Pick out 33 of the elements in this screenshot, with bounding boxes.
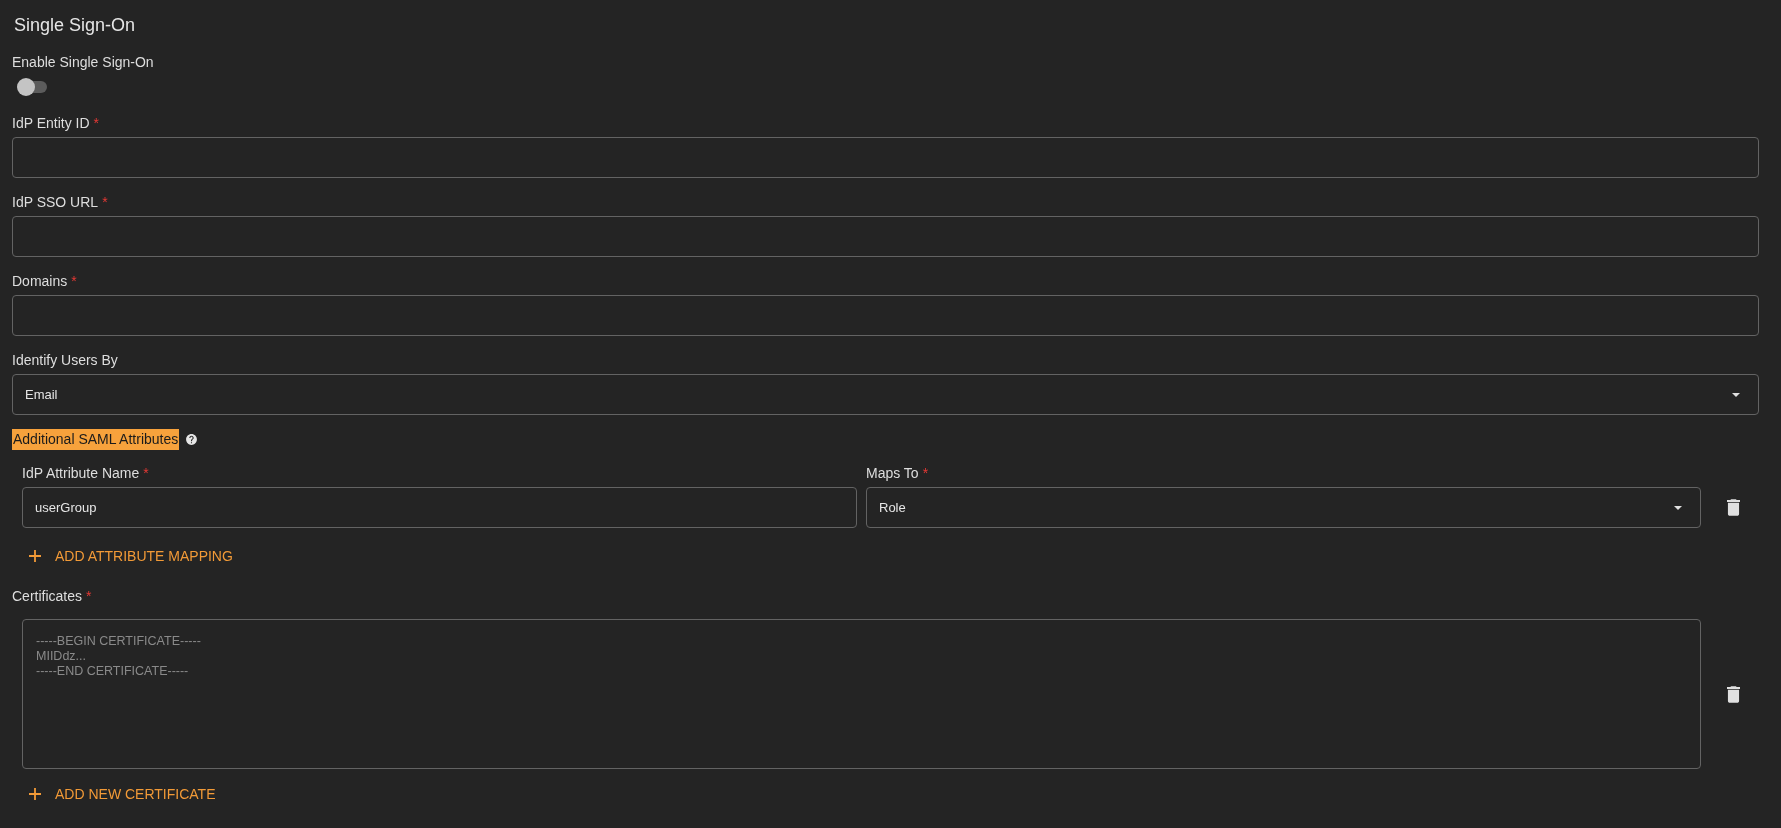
dropdown[interactable]: Email [12,374,1759,415]
trash-icon[interactable] [1727,685,1740,703]
required-asterisk: * [922,464,929,482]
field-label: IdP SSO URL [12,193,99,211]
required-asterisk: * [93,114,99,132]
dropdown[interactable]: Role [866,487,1701,528]
field-label: Enable Single Sign-On [12,53,154,71]
text-input[interactable] [12,137,1759,178]
field-label: Certificates [12,587,83,605]
plus-icon [29,550,41,562]
text-input[interactable] [12,295,1759,336]
help-icon[interactable] [185,433,199,446]
caret-icon [1674,505,1682,510]
text-input[interactable] [12,216,1759,257]
certificate-textarea[interactable]: -----BEGIN CERTIFICATE----- MIIDdz... -----END CERTIFICATE----- [22,619,1701,769]
plus-icon [29,788,41,800]
add-attribute-mapping-button[interactable]: ADD ATTRIBUTE MAPPING [22,541,241,571]
field-label: IdP Attribute Name [22,464,140,482]
required-asterisk: * [102,193,108,211]
text-input[interactable]: userGroup [22,487,857,528]
field-label: IdP Entity ID [12,114,90,132]
field-label: Domains [12,272,68,290]
section-title: Additional SAML Attributes [12,429,180,450]
field-label: Maps To [866,464,919,482]
toggle-switch[interactable] [17,78,47,96]
required-asterisk: * [71,272,77,290]
trash-icon[interactable] [1727,499,1740,516]
add-certificate-button[interactable]: ADD NEW CERTIFICATE [22,779,224,809]
caret-icon [1732,392,1740,397]
field-label: Identify Users By [12,351,118,369]
required-asterisk: * [86,587,92,605]
required-asterisk: * [143,464,149,482]
page-title: Single Sign-On [14,14,137,37]
